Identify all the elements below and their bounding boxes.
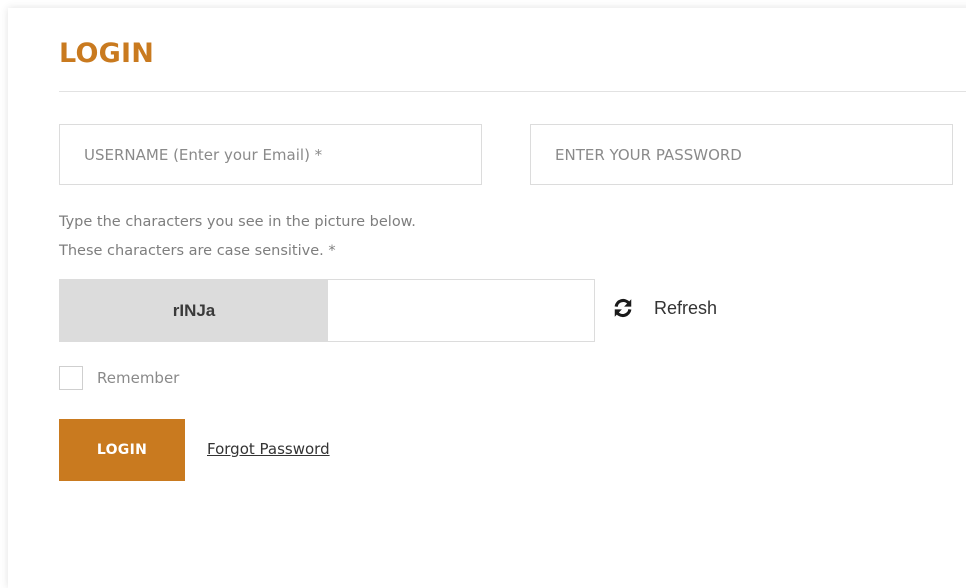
remember-checkbox[interactable] bbox=[59, 366, 83, 390]
refresh-label: Refresh bbox=[654, 297, 718, 318]
title-divider bbox=[59, 91, 966, 92]
password-field-wrapper bbox=[530, 124, 953, 185]
captcha-hint-line1: Type the characters you see in the pictu… bbox=[59, 214, 416, 230]
password-input[interactable] bbox=[531, 125, 952, 184]
captcha-image: rINJa bbox=[60, 280, 328, 341]
login-button[interactable]: LOGIN bbox=[59, 419, 185, 481]
captcha-group: rINJa bbox=[59, 279, 595, 342]
page-title: LOGIN bbox=[59, 38, 154, 69]
remember-label: Remember bbox=[97, 369, 180, 387]
username-field-wrapper bbox=[59, 124, 482, 185]
refresh-icon bbox=[612, 297, 634, 319]
captcha-input[interactable] bbox=[328, 280, 594, 341]
refresh-captcha-button[interactable]: Refresh bbox=[612, 294, 717, 322]
forgot-password-link[interactable]: Forgot Password bbox=[207, 440, 330, 458]
username-input[interactable] bbox=[60, 125, 481, 184]
captcha-hint-line2: These characters are case sensitive. * bbox=[59, 243, 336, 259]
remember-row: Remember bbox=[59, 366, 179, 390]
